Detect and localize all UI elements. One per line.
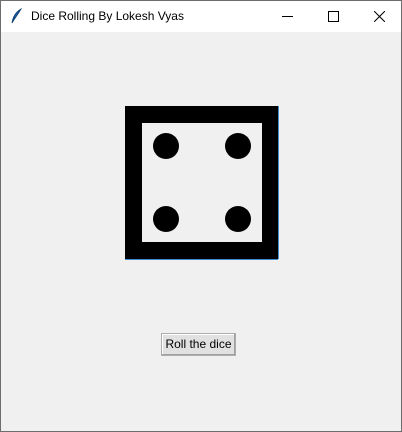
dice-pip (225, 133, 251, 159)
window-title: Dice Rolling By Lokesh Vyas (31, 9, 184, 23)
dice-image (125, 106, 278, 259)
close-button[interactable] (356, 1, 402, 32)
app-window: Dice Rolling By Lokesh Vyas Roll the dic (0, 0, 402, 432)
dice-pip (153, 206, 179, 232)
minimize-icon (282, 16, 293, 17)
dice-pip (225, 206, 251, 232)
close-icon (374, 11, 385, 22)
feather-icon (10, 7, 24, 24)
dice-pip (153, 133, 179, 159)
maximize-icon (328, 11, 339, 22)
title-bar[interactable]: Dice Rolling By Lokesh Vyas (1, 1, 401, 32)
roll-dice-button[interactable]: Roll the dice (161, 333, 236, 356)
minimize-button[interactable] (264, 1, 310, 32)
maximize-button[interactable] (310, 1, 356, 32)
dice-face (142, 123, 262, 242)
